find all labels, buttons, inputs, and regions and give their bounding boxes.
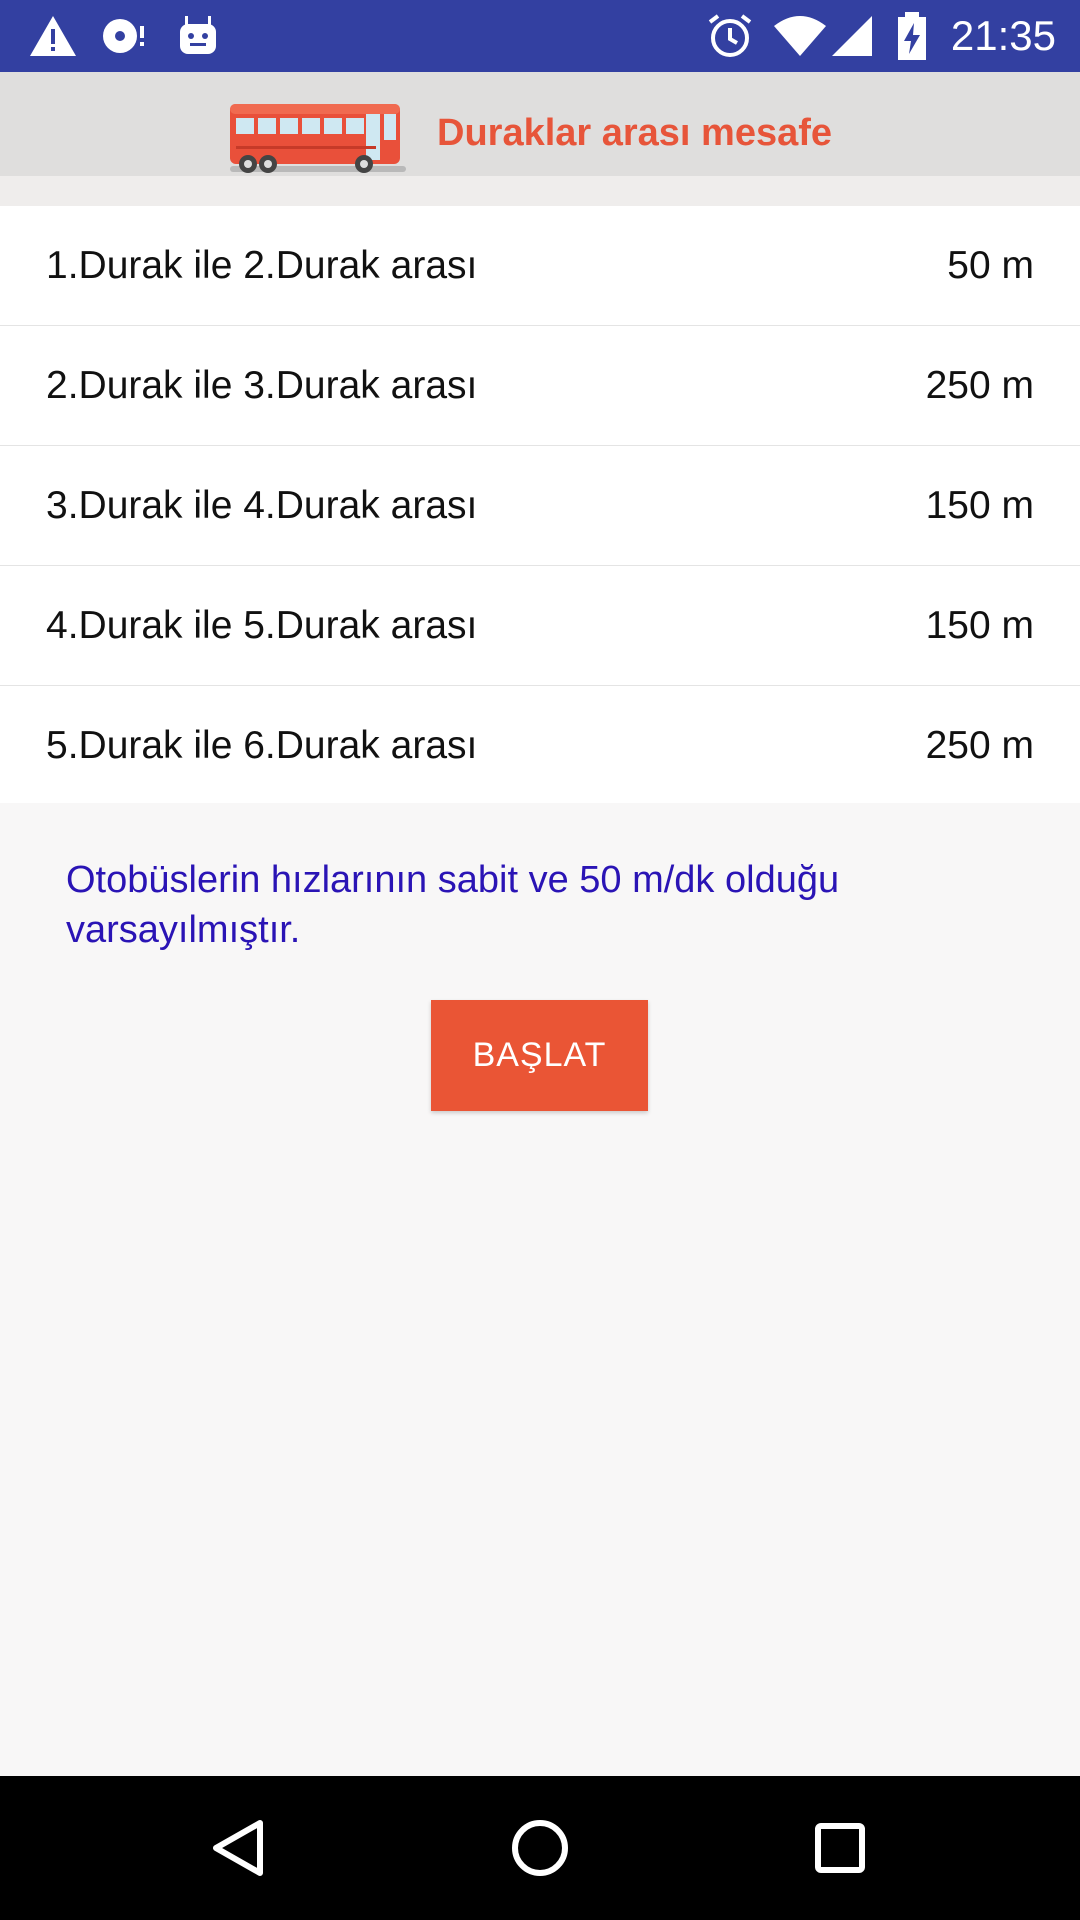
- list-item: 2.Durak ile 3.Durak arası 250 m: [0, 326, 1080, 446]
- android-icon: [178, 0, 218, 72]
- list-item-label: 4.Durak ile 5.Durak arası: [46, 604, 478, 647]
- wifi-icon: [772, 0, 828, 72]
- divider: [0, 176, 1080, 206]
- list-item-value: 150 m: [925, 604, 1034, 647]
- list-item-label: 3.Durak ile 4.Durak arası: [46, 484, 478, 527]
- list-item-label: 1.Durak ile 2.Durak arası: [46, 244, 478, 287]
- disc-icon: [100, 0, 150, 72]
- list-item-label: 2.Durak ile 3.Durak arası: [46, 364, 478, 407]
- list-item-value: 250 m: [925, 364, 1034, 407]
- home-icon[interactable]: [510, 1776, 570, 1920]
- list-item: 1.Durak ile 2.Durak arası 50 m: [0, 206, 1080, 326]
- list-item: 3.Durak ile 4.Durak arası 150 m: [0, 446, 1080, 566]
- list-item-value: 150 m: [925, 484, 1034, 527]
- bus-icon: [228, 100, 408, 181]
- back-icon[interactable]: [210, 1776, 266, 1920]
- signal-icon: [830, 0, 874, 72]
- recents-icon[interactable]: [814, 1776, 866, 1920]
- status-bar: 21:35: [0, 0, 1080, 72]
- list-item-label: 5.Durak ile 6.Durak arası: [46, 724, 478, 767]
- list-item: 4.Durak ile 5.Durak arası 150 m: [0, 566, 1080, 686]
- list-item-value: 250 m: [925, 724, 1034, 767]
- warning-icon: [28, 0, 78, 72]
- speed-note: Otobüslerin hızlarının sabit ve 50 m/dk …: [66, 859, 840, 951]
- status-time: 21:35: [950, 12, 1056, 59]
- nav-bar: [0, 1776, 1080, 1920]
- page-title: Duraklar arası mesafe: [437, 112, 833, 154]
- alarm-icon: [706, 0, 754, 72]
- battery-charging-icon: [896, 0, 928, 72]
- distance-list: 1.Durak ile 2.Durak arası 50 m 2.Durak i…: [0, 206, 1080, 803]
- list-item: 5.Durak ile 6.Durak arası 250 m: [0, 686, 1080, 803]
- start-button[interactable]: BAŞLAT: [431, 1000, 648, 1111]
- list-item-value: 50 m: [947, 244, 1034, 287]
